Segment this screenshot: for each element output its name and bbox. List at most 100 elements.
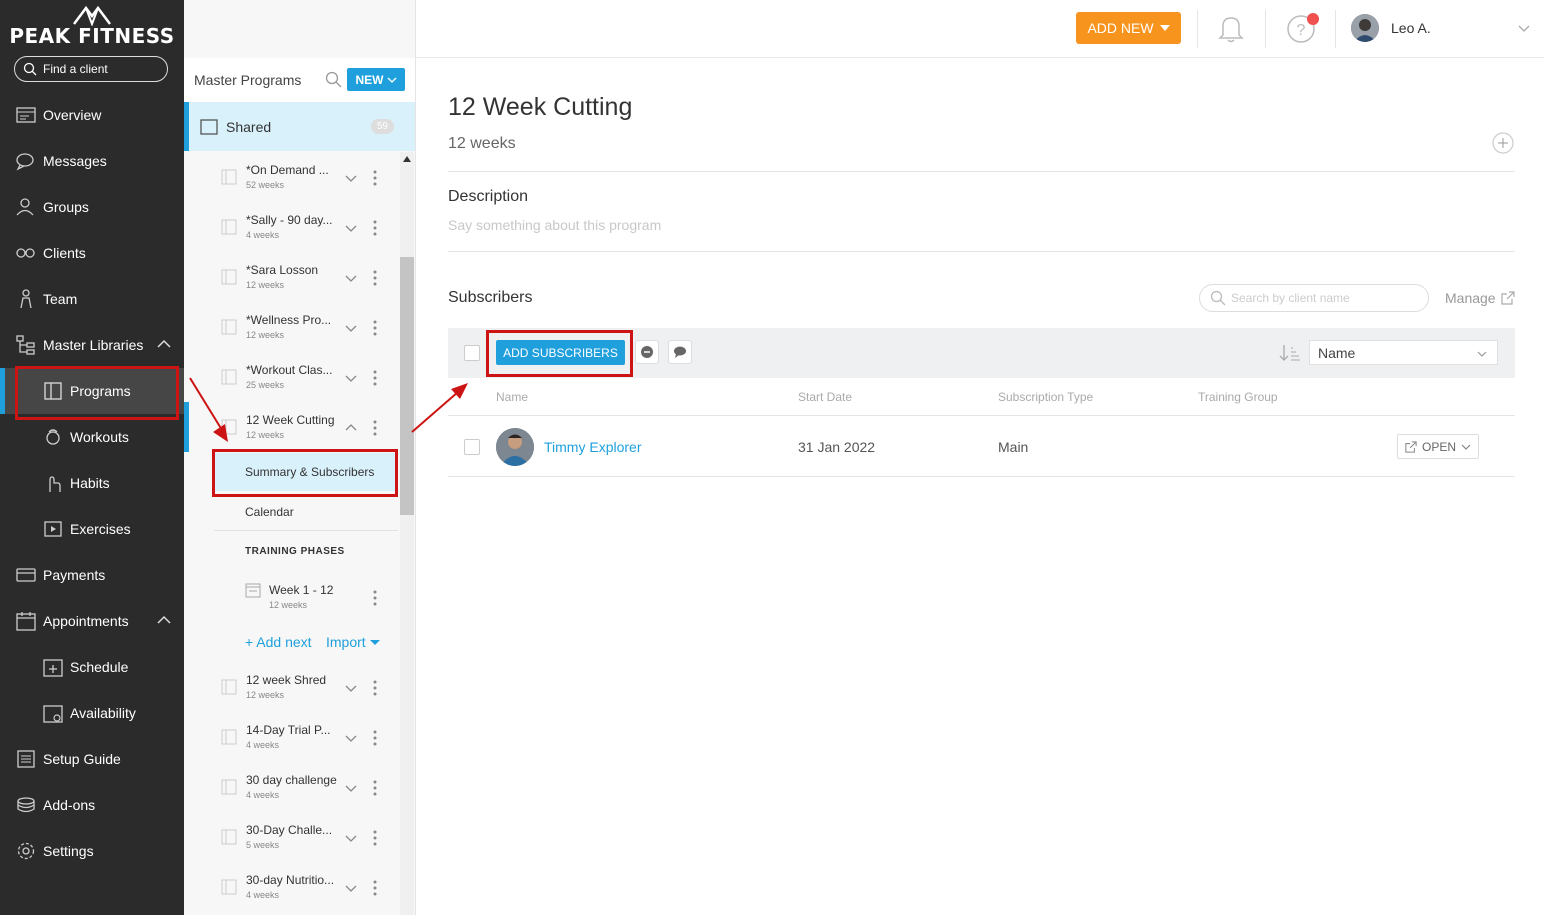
- subscriber-name-link[interactable]: Timmy Explorer: [544, 439, 642, 455]
- more-icon[interactable]: [372, 730, 378, 746]
- more-icon[interactable]: [372, 590, 378, 606]
- more-icon[interactable]: [372, 270, 378, 286]
- nav-master-libraries[interactable]: Master Libraries: [0, 322, 184, 368]
- subscriber-search-input[interactable]: Search by client name: [1199, 284, 1429, 312]
- chevron-down-icon: [387, 77, 396, 83]
- program-title: *On Demand ...: [246, 163, 329, 177]
- nav-team[interactable]: Team: [0, 276, 184, 322]
- search-icon[interactable]: [325, 71, 343, 89]
- nav-overview[interactable]: Overview: [0, 92, 184, 138]
- open-subscriber-button[interactable]: OPEN: [1397, 434, 1479, 459]
- phase-item[interactable]: Week 1 - 12 12 weeks: [184, 572, 400, 622]
- nav-groups[interactable]: Groups: [0, 184, 184, 230]
- chevron-down-icon[interactable]: [345, 222, 357, 234]
- book-icon: [221, 779, 237, 795]
- nav-setup-guide[interactable]: Setup Guide: [0, 736, 184, 782]
- chevron-up-icon[interactable]: [345, 422, 357, 434]
- find-client-input[interactable]: Find a client: [14, 56, 168, 82]
- more-icon[interactable]: [372, 880, 378, 896]
- add-next-phase-link[interactable]: + Add next: [245, 634, 312, 650]
- program-item[interactable]: *On Demand ... 52 weeks: [184, 152, 400, 202]
- more-icon[interactable]: [372, 420, 378, 436]
- more-icon[interactable]: [372, 220, 378, 236]
- brand-logo[interactable]: PEAK FITNESS: [0, 4, 184, 48]
- chevron-down-icon[interactable]: [345, 322, 357, 334]
- more-icon[interactable]: [372, 830, 378, 846]
- subscribers-label: Subscribers: [448, 289, 533, 306]
- folder-shared[interactable]: Shared 59: [184, 102, 415, 151]
- chevron-down-icon[interactable]: [345, 882, 357, 894]
- nav-clients[interactable]: Clients: [0, 230, 184, 276]
- program-item[interactable]: *Workout Clas... 25 weeks: [184, 352, 400, 402]
- user-avatar[interactable]: [1351, 14, 1379, 42]
- column-header-start-date[interactable]: Start Date: [798, 390, 852, 404]
- description-field[interactable]: Say something about this program: [448, 217, 661, 233]
- nav-availability[interactable]: Availability: [0, 690, 184, 736]
- sort-select[interactable]: Name: [1309, 340, 1498, 365]
- add-circle-icon[interactable]: [1492, 132, 1514, 154]
- new-program-button[interactable]: NEW: [347, 68, 405, 91]
- chevron-down-icon[interactable]: [345, 682, 357, 694]
- program-item[interactable]: 30-day Nutritio... 4 weeks: [184, 862, 400, 912]
- chevron-down-icon[interactable]: [345, 832, 357, 844]
- subscriber-start-date: 31 Jan 2022: [798, 439, 876, 455]
- program-item[interactable]: *Sara Losson 12 weeks: [184, 252, 400, 302]
- find-client-placeholder: Find a client: [43, 62, 108, 76]
- chevron-down-icon[interactable]: [1518, 22, 1530, 34]
- program-item[interactable]: 30 day challenge 4 weeks: [184, 762, 400, 812]
- new-program-label: NEW: [355, 72, 384, 87]
- program-item[interactable]: 12 week Shred 12 weeks: [184, 662, 400, 712]
- program-item-selected[interactable]: 12 Week Cutting 12 weeks: [184, 402, 400, 452]
- program-weeks: 52 weeks: [246, 180, 285, 190]
- remove-subscribers-button[interactable]: [635, 340, 659, 364]
- user-name[interactable]: Leo A.: [1391, 20, 1431, 36]
- nav-workouts[interactable]: Workouts: [0, 414, 184, 460]
- nav-payments[interactable]: Payments: [0, 552, 184, 598]
- row-checkbox[interactable]: [464, 439, 480, 455]
- more-icon[interactable]: [372, 320, 378, 336]
- chevron-down-icon[interactable]: [345, 732, 357, 744]
- nav-schedule-label: Schedule: [70, 659, 129, 675]
- message-subscribers-button[interactable]: [668, 340, 692, 364]
- program-item[interactable]: 30-Day Challe... 5 weeks: [184, 812, 400, 862]
- more-icon[interactable]: [372, 170, 378, 186]
- chevron-down-icon[interactable]: [345, 372, 357, 384]
- nav-appointments[interactable]: Appointments: [0, 598, 184, 644]
- nav-messages[interactable]: Messages: [0, 138, 184, 184]
- divider: [1265, 10, 1266, 48]
- nav-exercises[interactable]: Exercises: [0, 506, 184, 552]
- chevron-down-icon[interactable]: [345, 782, 357, 794]
- program-item[interactable]: *Wellness Pro... 12 weeks: [184, 302, 400, 352]
- chevron-down-icon[interactable]: [345, 272, 357, 284]
- nav-schedule[interactable]: Schedule: [0, 644, 184, 690]
- folder-shared-label: Shared: [226, 118, 272, 135]
- sort-icon[interactable]: [1279, 343, 1301, 363]
- add-new-button[interactable]: ADD NEW: [1076, 12, 1181, 44]
- more-icon[interactable]: [372, 680, 378, 696]
- add-ons-icon: [17, 797, 35, 813]
- nav-add-ons[interactable]: Add-ons: [0, 782, 184, 828]
- program-title-heading[interactable]: 12 Week Cutting: [448, 93, 632, 122]
- highlight-box-programs: [15, 366, 179, 420]
- import-button[interactable]: Import: [326, 634, 380, 650]
- more-icon[interactable]: [372, 780, 378, 796]
- subscriber-avatar[interactable]: [496, 428, 534, 466]
- select-all-checkbox[interactable]: [464, 345, 480, 361]
- scrollbar-thumb[interactable]: [400, 257, 414, 515]
- bell-icon[interactable]: [1218, 13, 1244, 43]
- column-header-name[interactable]: Name: [496, 390, 528, 404]
- nav-overview-label: Overview: [43, 107, 102, 123]
- column-header-training-group[interactable]: Training Group: [1198, 390, 1278, 404]
- more-icon[interactable]: [372, 370, 378, 386]
- column-header-subscription-type[interactable]: Subscription Type: [998, 390, 1093, 404]
- program-title: 30-day Nutritio...: [246, 873, 335, 887]
- nav-settings[interactable]: Settings: [0, 828, 184, 874]
- chevron-down-icon[interactable]: [345, 172, 357, 184]
- caret-down-icon: [1159, 25, 1170, 31]
- scroll-up-arrow-icon[interactable]: [403, 156, 411, 162]
- submenu-calendar[interactable]: Calendar: [214, 493, 398, 531]
- program-item[interactable]: *Sally - 90 day... 4 weeks: [184, 202, 400, 252]
- manage-link[interactable]: Manage: [1445, 290, 1515, 306]
- program-item[interactable]: 14-Day Trial P... 4 weeks: [184, 712, 400, 762]
- nav-habits[interactable]: Habits: [0, 460, 184, 506]
